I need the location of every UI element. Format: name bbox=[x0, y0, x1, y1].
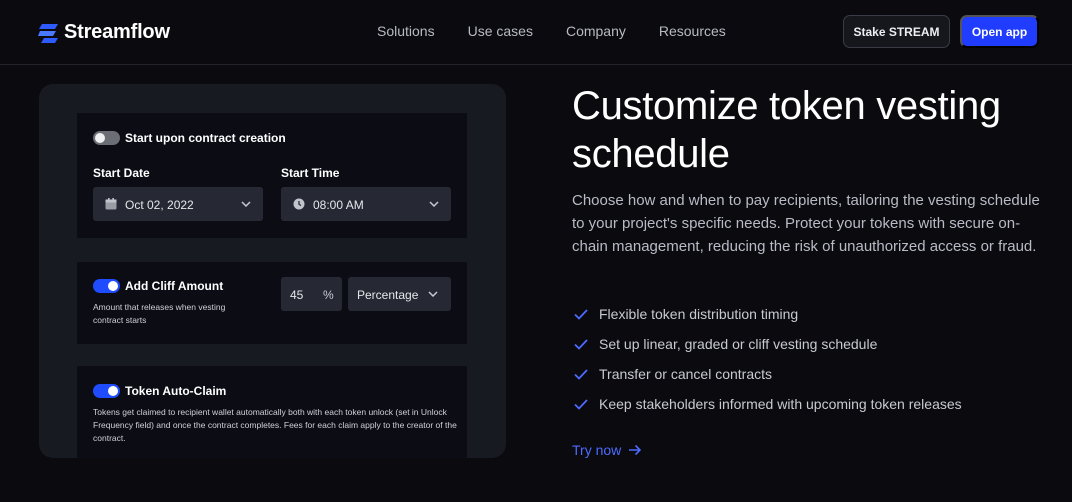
feature-text: Set up linear, graded or cliff vesting s… bbox=[599, 336, 878, 352]
check-icon bbox=[574, 338, 588, 350]
menu-item-solutions[interactable]: Solutions bbox=[377, 23, 435, 39]
start-time-field[interactable]: 08:00 AM bbox=[281, 187, 451, 221]
check-icon bbox=[574, 308, 588, 320]
brand-name: Streamflow bbox=[64, 21, 170, 43]
cliff-amount-value: 45 bbox=[290, 288, 304, 302]
cliff-amount-toggle[interactable] bbox=[93, 279, 120, 293]
feature-list: Flexible token distribution timing Set u… bbox=[574, 299, 962, 419]
main-menu: Solutions Use cases Company Resources bbox=[377, 23, 726, 39]
vesting-form-preview: Start upon contract creation Start Date … bbox=[39, 84, 506, 458]
start-date-label: Start Date bbox=[93, 166, 150, 180]
feature-text: Transfer or cancel contracts bbox=[599, 366, 772, 382]
chevron-down-icon bbox=[429, 201, 439, 207]
brand-logo[interactable]: Streamflow bbox=[38, 21, 170, 44]
hero-title: Customize token vesting schedule bbox=[572, 84, 1001, 176]
start-upon-creation-label: Start upon contract creation bbox=[125, 131, 286, 145]
start-date-field[interactable]: Oct 02, 2022 bbox=[93, 187, 263, 221]
calendar-icon bbox=[105, 198, 117, 210]
try-now-link[interactable]: Try now bbox=[572, 442, 642, 458]
auto-claim-description: Tokens get claimed to recipient wallet a… bbox=[93, 407, 457, 443]
list-item: Transfer or cancel contracts bbox=[574, 359, 962, 389]
feature-text: Keep stakeholders informed with upcoming… bbox=[599, 396, 962, 412]
cliff-amount-label: Add Cliff Amount bbox=[125, 279, 224, 293]
start-time-label: Start Time bbox=[281, 166, 340, 180]
auto-claim-label: Token Auto-Claim bbox=[125, 384, 227, 398]
auto-claim-toggle[interactable] bbox=[93, 384, 120, 398]
feature-text: Flexible token distribution timing bbox=[599, 306, 799, 322]
cliff-type-select[interactable]: Percentage bbox=[348, 277, 451, 311]
menu-item-company[interactable]: Company bbox=[566, 23, 626, 39]
menu-item-resources[interactable]: Resources bbox=[659, 23, 726, 39]
chevron-down-icon bbox=[241, 201, 251, 207]
list-item: Set up linear, graded or cliff vesting s… bbox=[574, 329, 962, 359]
check-icon bbox=[574, 398, 588, 410]
check-icon bbox=[574, 368, 588, 380]
streamflow-logo-icon bbox=[38, 23, 58, 43]
list-item: Flexible token distribution timing bbox=[574, 299, 962, 329]
clock-icon bbox=[293, 198, 305, 210]
start-date-value: Oct 02, 2022 bbox=[125, 198, 194, 212]
start-time-value: 08:00 AM bbox=[313, 198, 364, 212]
list-item: Keep stakeholders informed with upcoming… bbox=[574, 389, 962, 419]
open-app-button[interactable]: Open app bbox=[960, 15, 1039, 48]
try-now-label: Try now bbox=[572, 442, 622, 458]
stake-stream-button[interactable]: Stake STREAM bbox=[843, 15, 950, 48]
cliff-amount-description: Amount that releases when vesting contra… bbox=[93, 302, 226, 325]
top-navbar: Streamflow Solutions Use cases Company R… bbox=[0, 0, 1072, 65]
chevron-down-icon bbox=[428, 291, 438, 297]
arrow-right-icon bbox=[629, 444, 642, 456]
auto-claim-card: Token Auto-Claim Tokens get claimed to r… bbox=[77, 366, 467, 458]
start-upon-creation-toggle[interactable] bbox=[93, 131, 120, 145]
percent-unit: % bbox=[323, 288, 334, 302]
cliff-amount-card: Add Cliff Amount Amount that releases wh… bbox=[77, 262, 467, 344]
cliff-amount-input[interactable]: 45 % bbox=[281, 277, 342, 311]
hero-description: Choose how and when to pay recipients, t… bbox=[572, 192, 1040, 255]
cliff-type-value: Percentage bbox=[357, 288, 419, 302]
menu-item-use-cases[interactable]: Use cases bbox=[468, 23, 533, 39]
start-settings-card: Start upon contract creation Start Date … bbox=[77, 113, 467, 238]
